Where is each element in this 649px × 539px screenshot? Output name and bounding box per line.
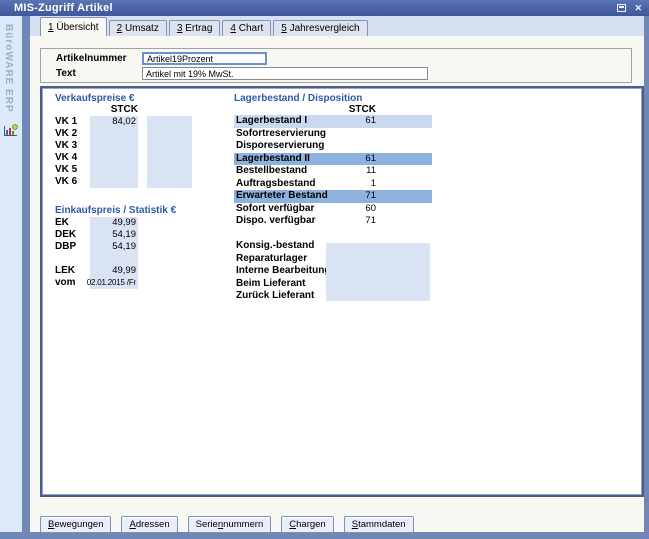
stammdaten-button[interactable]: Stammdaten [344, 516, 414, 533]
vk-value-cell-2 [147, 176, 192, 188]
window-controls: ✕ [617, 4, 642, 12]
vk-value-cell-2 [147, 152, 192, 164]
overview-panel: Verkaufspreise € STCK VK 1 84,02 VK 2 [40, 86, 644, 497]
tab-uebersicht[interactable]: 1 Übersicht [40, 17, 107, 36]
lagerbestand-value-block [326, 243, 430, 301]
footer-button-row: Bewegungen Adressen Seriennummern Charge… [40, 516, 424, 533]
article-header-box: Artikelnummer Text [40, 48, 632, 83]
close-window-icon[interactable]: ✕ [634, 4, 642, 12]
table-row: Dispo. verfügbar 71 [234, 215, 432, 228]
verkaufspreise-col-header: STCK [90, 104, 138, 115]
lagerbestand-title: Lagerbestand / Disposition [234, 93, 362, 104]
tab-bar: 1 Übersicht 2 Umsatz 3 Ertrag 4 Chart 5 … [30, 16, 644, 36]
ek-value-cell: 02.01.2015 /Fr [90, 277, 138, 289]
einkaufspreis-title: Einkaufspreis / Statistik € [55, 205, 176, 216]
brand-label: BüroWARE ERP [3, 24, 14, 113]
vk-value-cell-2 [147, 116, 192, 128]
table-row: Sofortreservierung [234, 128, 432, 141]
text-label: Text [56, 68, 142, 79]
vk-value-cell [90, 140, 138, 152]
tab-umsatz[interactable]: 2 Umsatz [109, 20, 167, 36]
content-area: 1 Übersicht 2 Umsatz 3 Ertrag 4 Chart 5 … [30, 16, 644, 532]
ek-value-cell [90, 253, 138, 265]
vk-value-cell-2 [147, 128, 192, 140]
table-row: Auftragsbestand 1 [234, 178, 432, 191]
chart-icon[interactable] [3, 124, 19, 141]
table-row: Lagerbestand II 61 [234, 153, 432, 166]
artikelnummer-input[interactable] [142, 52, 267, 65]
sidebar-divider [22, 16, 30, 532]
adressen-button[interactable]: Adressen [121, 516, 177, 533]
lagerbestand-table: Lagerbestand I 61 Sofortreservierung Dis… [234, 115, 432, 228]
vk-value-cell [90, 164, 138, 176]
vk-value-cell [90, 152, 138, 164]
seriennummern-button[interactable]: Seriennummern [188, 516, 272, 533]
window-title: MIS-Zugriff Artikel [14, 2, 113, 14]
tab-jahresvergleich[interactable]: 5 Jahresvergleich [273, 20, 367, 36]
vk-value-cell [90, 176, 138, 188]
verkaufspreise-title: Verkaufspreise € [55, 93, 135, 104]
window-body: BüroWARE ERP 1 Übersicht [0, 16, 649, 532]
lagerbestand-col-header: STCK [234, 104, 376, 115]
tab-ertrag[interactable]: 3 Ertrag [169, 20, 221, 36]
vk-value-cell: 84,02 [90, 116, 138, 128]
vk-value-cell-2 [147, 140, 192, 152]
vk-value-cell [90, 128, 138, 140]
ek-value-cell: 54,19 [90, 229, 138, 241]
tab-chart[interactable]: 4 Chart [222, 20, 271, 36]
ek-value-cell: 54,19 [90, 241, 138, 253]
chargen-button[interactable]: Chargen [281, 516, 333, 533]
text-input[interactable] [142, 67, 428, 80]
sidebar: BüroWARE ERP [0, 16, 22, 532]
table-row: Lagerbestand I 61 [234, 115, 432, 128]
titlebar: MIS-Zugriff Artikel ✕ [0, 0, 649, 16]
artikelnummer-label: Artikelnummer [56, 53, 142, 64]
ek-value-cell: 49,99 [90, 217, 138, 229]
app-window: MIS-Zugriff Artikel ✕ BüroWARE ERP [0, 0, 649, 539]
table-row: Erwarteter Bestand 71 [234, 190, 432, 203]
tab-page-uebersicht: Artikelnummer Text Verkaufspreise € STCK [30, 36, 644, 532]
table-row: Sofort verfügbar 60 [234, 203, 432, 216]
table-row: Bestellbestand 11 [234, 165, 432, 178]
vk-value-cell-2 [147, 164, 192, 176]
table-row: Disporeservierung [234, 140, 432, 153]
ek-value-cell: 49,99 [90, 265, 138, 277]
restore-window-icon[interactable] [617, 4, 626, 12]
bewegungen-button[interactable]: Bewegungen [40, 516, 111, 533]
